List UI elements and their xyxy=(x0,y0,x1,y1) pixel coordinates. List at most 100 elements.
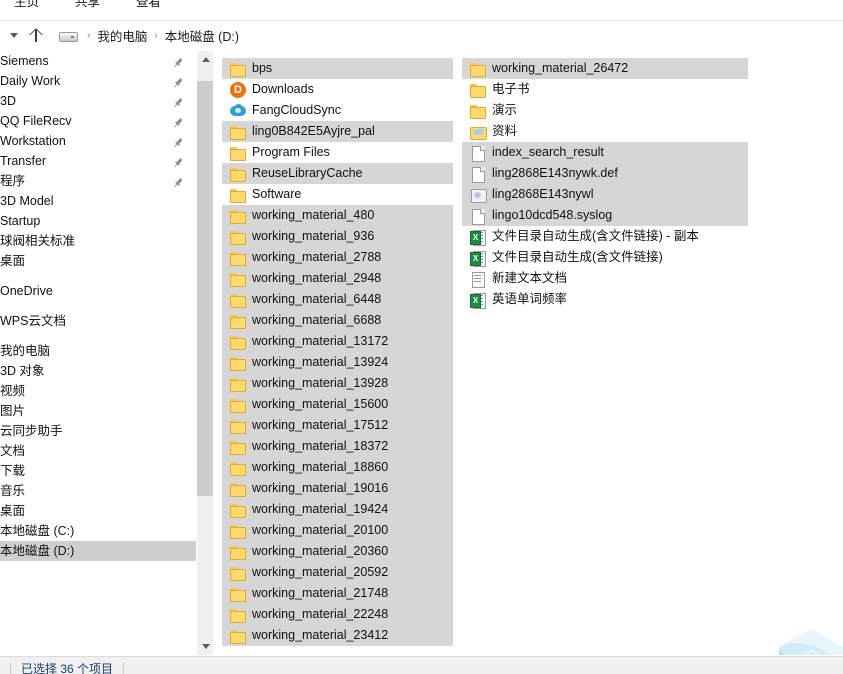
file-list-item[interactable]: working_material_19016 xyxy=(222,478,453,499)
pin-icon[interactable] xyxy=(172,115,184,128)
file-list-item[interactable]: working_material_23412 xyxy=(222,625,453,646)
file-list-item[interactable]: Software xyxy=(222,184,453,205)
sidebar-item[interactable]: QQ FileRecv xyxy=(0,111,196,131)
sidebar-item[interactable]: 我的电脑 xyxy=(0,341,196,361)
file-name-label: Downloads xyxy=(252,82,314,96)
file-list-item[interactable]: ling2868E143nywk.def xyxy=(462,163,748,184)
sidebar-item[interactable]: 下载 xyxy=(0,461,196,481)
file-list-item[interactable]: ling2868E143nywl xyxy=(462,184,748,205)
file-list-pane[interactable]: bps D Downloads FangCloudSync ling0B842E5Ayj… xyxy=(214,51,843,655)
file-list-item[interactable]: working_material_20100 xyxy=(222,520,453,541)
file-list-item[interactable]: 资料 xyxy=(462,121,748,142)
file-list-item[interactable]: ReuseLibraryCache xyxy=(222,163,453,184)
navigation-scrollbar[interactable] xyxy=(196,51,214,655)
file-list-item[interactable]: Program Files xyxy=(222,142,453,163)
pin-icon[interactable] xyxy=(172,75,184,88)
breadcrumb-item-local-disk-d[interactable]: 本地磁盘 (D:) xyxy=(165,26,239,45)
sidebar-item[interactable]: 程序 xyxy=(0,171,196,191)
pin-icon[interactable] xyxy=(172,135,184,148)
breadcrumb-item-my-computer[interactable]: 我的电脑 xyxy=(97,26,147,45)
file-list-item[interactable]: working_material_20592 xyxy=(222,562,453,583)
file-list-item[interactable]: working_material_18860 xyxy=(222,457,453,478)
file-list-item[interactable]: D Downloads xyxy=(222,79,453,100)
sidebar-item-label: 音乐 xyxy=(0,484,26,498)
sidebar-item[interactable]: Startup xyxy=(0,211,196,231)
sidebar-item[interactable]: 球阀相关标准 xyxy=(0,231,196,251)
file-list-item[interactable]: 演示 xyxy=(462,100,748,121)
file-list-item[interactable]: working_material_18372 xyxy=(222,436,453,457)
sidebar-item[interactable]: Transfer xyxy=(0,151,196,171)
file-list-item[interactable]: working_material_22248 xyxy=(222,604,453,625)
tab-share[interactable]: 共享 xyxy=(61,0,114,14)
sidebar-item[interactable]: 3D xyxy=(0,91,196,111)
file-list-item[interactable]: 新建文本文档 xyxy=(462,268,748,289)
file-name-label: index_search_result xyxy=(492,145,604,159)
up-button[interactable] xyxy=(26,25,46,47)
sidebar-item[interactable]: 桌面 xyxy=(0,501,196,521)
sidebar-item[interactable]: Siemens xyxy=(0,51,196,71)
sidebar-item[interactable]: 云同步助手 xyxy=(0,421,196,441)
sidebar-item[interactable]: Workstation xyxy=(0,131,196,151)
recent-locations-button[interactable] xyxy=(4,25,24,47)
sidebar-item[interactable]: WPS云文档 xyxy=(0,311,196,331)
file-list-item[interactable]: bps xyxy=(222,58,453,79)
tab-home[interactable]: 主页 xyxy=(0,0,53,14)
folder-icon xyxy=(230,481,246,497)
sidebar-item[interactable]: 3D Model xyxy=(0,191,196,211)
pin-icon[interactable] xyxy=(172,155,184,168)
file-list-item[interactable]: working_material_6448 xyxy=(222,289,453,310)
scrollbar-thumb[interactable] xyxy=(197,81,214,496)
file-list-item[interactable]: X 文件目录自动生成(含文件链接) xyxy=(462,247,748,268)
scroll-down-icon[interactable] xyxy=(197,638,214,655)
sidebar-item[interactable]: OneDrive xyxy=(0,281,196,301)
tab-view[interactable]: 查看 xyxy=(122,0,175,14)
file-list-item[interactable]: working_material_13924 xyxy=(222,352,453,373)
file-list-item[interactable]: working_material_936 xyxy=(222,226,453,247)
file-list-item[interactable]: working_material_15600 xyxy=(222,394,453,415)
file-list-item[interactable]: index_search_result xyxy=(462,142,748,163)
file-list-item[interactable]: working_material_2788 xyxy=(222,247,453,268)
sidebar-item[interactable]: 视频 xyxy=(0,381,196,401)
file-list-item[interactable]: working_material_21748 xyxy=(222,583,453,604)
sidebar-item[interactable]: 桌面 xyxy=(0,251,196,271)
sidebar-item[interactable]: 图片 xyxy=(0,401,196,421)
pin-icon[interactable] xyxy=(172,95,184,108)
file-list-item[interactable]: working_material_17512 xyxy=(222,415,453,436)
file-list-item[interactable]: working_material_2948 xyxy=(222,268,453,289)
file-list-item[interactable]: working_material_26472 xyxy=(462,58,748,79)
file-list-item[interactable]: 电子书 xyxy=(462,79,748,100)
file-list-item[interactable]: lingo10dcd548.syslog xyxy=(462,205,748,226)
sidebar-item[interactable]: 3D 对象 xyxy=(0,361,196,381)
file-name-label: working_material_6688 xyxy=(252,313,382,327)
file-list-item[interactable]: working_material_19424 xyxy=(222,499,453,520)
sidebar-item[interactable]: 本地磁盘 (C:) xyxy=(0,521,196,541)
folder-icon xyxy=(230,145,246,161)
file-name-label: working_material_21748 xyxy=(252,586,389,600)
file-list-item[interactable]: working_material_6688 xyxy=(222,310,453,331)
sidebar-item[interactable]: 文档 xyxy=(0,441,196,461)
breadcrumb-separator: › xyxy=(154,30,158,41)
file-list-item[interactable]: X 英语单词频率 xyxy=(462,289,748,310)
ribbon-tabs: 主页 共享 查看 xyxy=(0,0,183,14)
file-name-label: Software xyxy=(252,187,302,201)
file-list-item[interactable]: X 文件目录自动生成(含文件链接) - 副本 xyxy=(462,226,748,247)
sidebar-item[interactable]: 音乐 xyxy=(0,481,196,501)
sidebar-item[interactable]: Daily Work xyxy=(0,71,196,91)
pin-icon[interactable] xyxy=(172,55,184,68)
breadcrumb[interactable]: › 我的电脑 › 本地磁盘 (D:) xyxy=(50,23,843,48)
folder-icon xyxy=(230,523,246,539)
sidebar-item-label: 本地磁盘 (D:) xyxy=(0,544,75,558)
file-list-item[interactable]: FangCloudSync xyxy=(222,100,453,121)
file-list-item[interactable]: working_material_20360 xyxy=(222,541,453,562)
sidebar-item[interactable]: 本地磁盘 (D:) xyxy=(0,541,196,561)
file-list-item[interactable]: working_material_480 xyxy=(222,205,453,226)
file-list-item[interactable]: ling0B842E5Ayjre_pal xyxy=(222,121,453,142)
file-name-label: working_material_13172 xyxy=(252,334,389,348)
file-list-item[interactable]: working_material_13172 xyxy=(222,331,453,352)
sidebar-item-label: Workstation xyxy=(0,134,66,148)
pin-icon[interactable] xyxy=(172,175,184,188)
scroll-up-icon[interactable] xyxy=(197,51,214,68)
folder-icon xyxy=(230,586,246,602)
file-list-item[interactable]: working_material_13928 xyxy=(222,373,453,394)
